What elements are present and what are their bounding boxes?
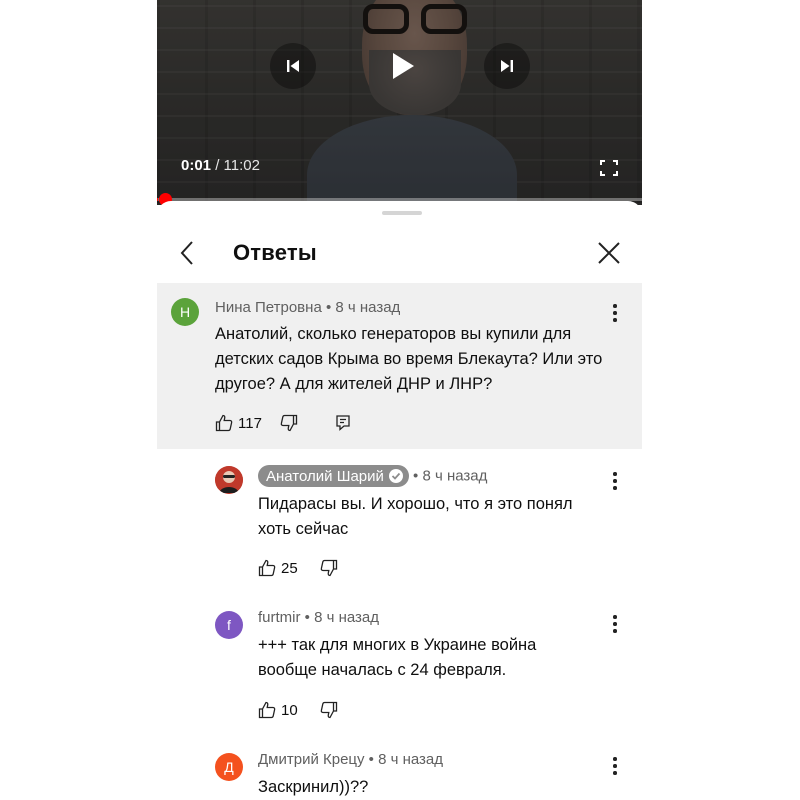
phone-screen: 0:01 / 11:02 Ответы Н Нина Петровна • 8 … (157, 0, 642, 800)
comment-time: • 8 ч назад (321, 299, 401, 316)
close-button[interactable] (597, 241, 621, 265)
comment-menu-button[interactable] (612, 615, 618, 633)
video-player[interactable]: 0:01 / 11:02 (157, 0, 642, 205)
dislike-icon[interactable] (320, 701, 338, 719)
comment-author[interactable]: furtmir (258, 609, 301, 626)
like-icon[interactable] (215, 414, 233, 432)
like-count: 10 (281, 701, 298, 719)
avatar[interactable] (215, 466, 243, 494)
reply-comment: f furtmir • 8 ч назад +++ так для многих… (157, 606, 642, 726)
comment-meta: Дмитрий Крецу • 8 ч назад (258, 751, 443, 768)
comment-author[interactable]: Дмитрий Крецу (258, 751, 365, 768)
back-chevron-icon (180, 241, 193, 265)
next-icon (501, 60, 513, 72)
comment-text: +++ так для многих в Украине война вообщ… (258, 636, 537, 679)
dislike-icon[interactable] (320, 559, 338, 577)
play-icon (393, 53, 414, 79)
next-button[interactable] (484, 43, 530, 89)
comment-author: Анатолий Шарий (266, 467, 384, 485)
sheet-title: Ответы (233, 240, 317, 265)
like-count: 25 (281, 559, 298, 577)
avatar-letter: f (227, 617, 231, 633)
progress-fill (157, 198, 158, 201)
comment-menu-button[interactable] (612, 304, 618, 322)
current-time: 0:01 (181, 157, 212, 174)
play-button[interactable] (375, 38, 431, 94)
video-time: 0:01 / 11:02 (181, 157, 260, 174)
total-time: 11:02 (223, 157, 260, 174)
avatar-letter: Д (224, 759, 234, 775)
comment-actions: 117 (215, 412, 352, 434)
comment-actions: 10 (258, 699, 338, 721)
comment-text: Анатолий, сколько генераторов вы купили … (215, 325, 603, 393)
reply-comment: Анатолий Шарий • 8 ч назад Пидарасы вы. … (157, 463, 642, 583)
reply-icon[interactable] (334, 414, 352, 432)
reply-comment: Д Дмитрий Крецу • 8 ч назад Заскринил))?… (157, 748, 642, 800)
time-separator: / (211, 157, 224, 174)
parent-comment: Н Нина Петровна • 8 ч назад Анатолий, ск… (157, 283, 642, 449)
dislike-icon[interactable] (280, 414, 298, 432)
previous-button[interactable] (270, 43, 316, 89)
comment-menu-button[interactable] (612, 472, 618, 490)
replies-sheet: Ответы Н Нина Петровна • 8 ч назад Анато… (157, 201, 642, 800)
avatar[interactable]: Д (215, 753, 243, 781)
avatar-image (215, 466, 243, 494)
sheet-drag-handle[interactable] (382, 211, 422, 215)
comment-text: Заскринил))?? (258, 778, 369, 796)
comment-meta: Нина Петровна • 8 ч назад (215, 299, 400, 316)
like-icon[interactable] (258, 701, 276, 719)
comment-meta: furtmir • 8 ч назад (258, 609, 379, 626)
like-count: 117 (238, 414, 262, 432)
like-icon[interactable] (258, 559, 276, 577)
avatar[interactable]: Н (171, 298, 199, 326)
comment-text: Пидарасы вы. И хорошо, что я это понял х… (258, 495, 573, 538)
back-button[interactable] (177, 239, 199, 267)
previous-icon (287, 60, 299, 72)
comment-author[interactable]: Нина Петровна (215, 299, 322, 316)
comment-actions: 25 (258, 557, 338, 579)
close-icon (598, 242, 620, 264)
fullscreen-icon (600, 160, 618, 176)
comment-time: • 8 ч назад (300, 609, 380, 626)
sheet-header: Ответы (157, 227, 642, 277)
avatar-letter: Н (179, 304, 191, 320)
comment-time: • 8 ч назад (408, 467, 488, 485)
verified-icon (388, 469, 403, 483)
comment-time: • 8 ч назад (364, 751, 444, 768)
comment-menu-button[interactable] (612, 757, 618, 775)
avatar[interactable]: f (215, 611, 243, 639)
comment-meta: Анатолий Шарий • 8 ч назад (258, 465, 487, 487)
fullscreen-button[interactable] (600, 160, 618, 176)
channel-owner-chip[interactable]: Анатолий Шарий (258, 465, 409, 487)
